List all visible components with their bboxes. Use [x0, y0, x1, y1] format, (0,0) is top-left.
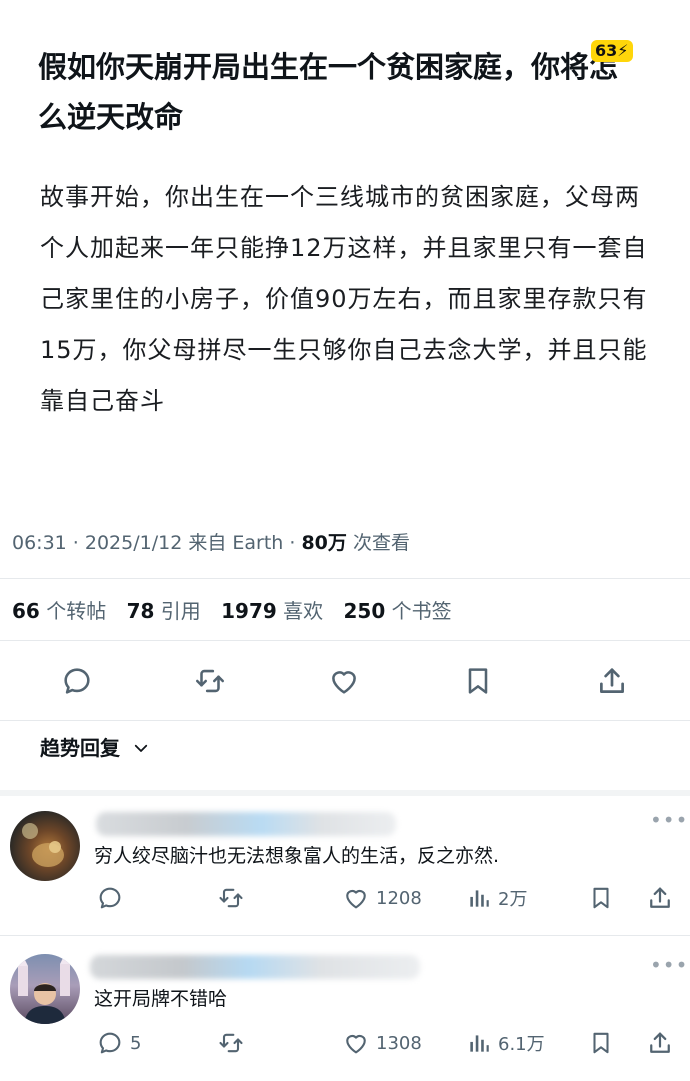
- bookmark-stat[interactable]: 250 个书签: [344, 599, 452, 623]
- like-icon: [346, 1034, 366, 1054]
- like-icon: [332, 671, 356, 694]
- share-icon: [600, 668, 624, 693]
- like-count: 1208: [376, 887, 422, 909]
- post-body: 故事开始，你出生在一个三线城市的贫困家庭，父母两个人加起来一年只能挣12万这样，…: [40, 183, 648, 415]
- reply-count: 5: [130, 1032, 142, 1054]
- like-count: 1308: [376, 1032, 422, 1054]
- like-label: 喜欢: [283, 599, 324, 623]
- reply-bookmark-button[interactable]: [588, 1029, 614, 1057]
- divider: [0, 578, 690, 579]
- more-options-icon[interactable]: •••: [650, 808, 688, 832]
- share-icon: [650, 1032, 670, 1053]
- quote-label: 引用: [160, 599, 201, 623]
- bookmark-count: 250: [343, 599, 386, 623]
- divider: [0, 935, 690, 936]
- bookmark-icon: [593, 887, 609, 909]
- blurred-username: [90, 955, 420, 979]
- avatar-image: [22, 823, 64, 867]
- quote-count: 78: [126, 599, 155, 623]
- reply-share-button[interactable]: [646, 1029, 674, 1057]
- reply-retweet-button[interactable]: [216, 884, 246, 912]
- avatar[interactable]: [10, 954, 80, 1024]
- retweet-icon: [219, 888, 243, 908]
- post-stats: 66 个转帖 78 引用 1979 喜欢 250 个书签: [12, 596, 466, 626]
- retweet-label: 个转帖: [46, 599, 107, 623]
- reply-comment-button[interactable]: [96, 884, 124, 912]
- retweet-button[interactable]: [190, 658, 230, 704]
- more-options-icon[interactable]: •••: [650, 953, 688, 977]
- reply-views-button[interactable]: 2万: [466, 884, 527, 912]
- divider: [0, 720, 690, 721]
- bookmark-label: 个书签: [391, 599, 452, 623]
- reply-bookmark-button[interactable]: [588, 884, 614, 912]
- quote-stat[interactable]: 78 引用: [127, 599, 201, 623]
- trending-replies-selector[interactable]: 趋势回复: [40, 733, 150, 763]
- view-count: 80万: [301, 532, 347, 554]
- trending-replies-label: 趋势回复: [40, 736, 120, 760]
- reply-like-button[interactable]: 1208: [342, 884, 422, 912]
- reply-button[interactable]: [57, 658, 97, 704]
- reply-text: 穷人绞尽脑汁也无法想象富人的生活，反之亦然.: [94, 845, 500, 867]
- reply-icon: [64, 668, 90, 694]
- retweet-icon: [195, 669, 225, 693]
- like-icon: [346, 889, 366, 909]
- retweet-stat[interactable]: 66 个转帖: [12, 599, 106, 623]
- views-icon: [470, 890, 489, 907]
- bookmark-icon: [593, 1032, 609, 1054]
- blurred-username: [96, 812, 396, 836]
- action-bar: [0, 658, 690, 704]
- reply-text: 这开局牌不错哈: [94, 988, 228, 1010]
- reply-share-button[interactable]: [646, 884, 674, 912]
- post-timestamp: 06:31 · 2025/1/12 来自 Earth ·: [12, 532, 302, 554]
- post-title: 假如你天崩开局出生在一个贫困家庭，你将怎么逆天改命: [38, 50, 619, 134]
- share-button[interactable]: [592, 658, 632, 704]
- section-separator: [0, 790, 690, 796]
- reply-icon: [99, 1032, 121, 1054]
- share-icon: [650, 887, 670, 908]
- notification-badge: 63⚡: [591, 40, 633, 62]
- views-icon: [470, 1035, 489, 1052]
- divider: [0, 640, 690, 641]
- avatar[interactable]: [10, 811, 80, 881]
- bookmark-icon: [468, 668, 488, 694]
- avatar-image: [18, 954, 70, 1024]
- reply-comment-button[interactable]: 5: [96, 1029, 141, 1057]
- like-button[interactable]: [324, 658, 364, 704]
- view-count-label: 次查看: [346, 532, 410, 554]
- reply-views-button[interactable]: 6.1万: [466, 1029, 545, 1057]
- reply-icon: [99, 887, 121, 909]
- view-count: 6.1万: [498, 1034, 545, 1055]
- reply-retweet-button[interactable]: [216, 1029, 246, 1057]
- post-meta: 06:31 · 2025/1/12 来自 Earth · 80万 次查看: [12, 528, 410, 558]
- reply-like-button[interactable]: 1308: [342, 1029, 422, 1057]
- like-count: 1979: [221, 599, 277, 623]
- view-count: 2万: [498, 889, 528, 910]
- like-stat[interactable]: 1979 喜欢: [221, 599, 323, 623]
- bookmark-button[interactable]: [458, 658, 498, 704]
- chevron-down-icon: [134, 744, 148, 752]
- retweet-count: 66: [12, 599, 40, 623]
- retweet-icon: [219, 1033, 243, 1053]
